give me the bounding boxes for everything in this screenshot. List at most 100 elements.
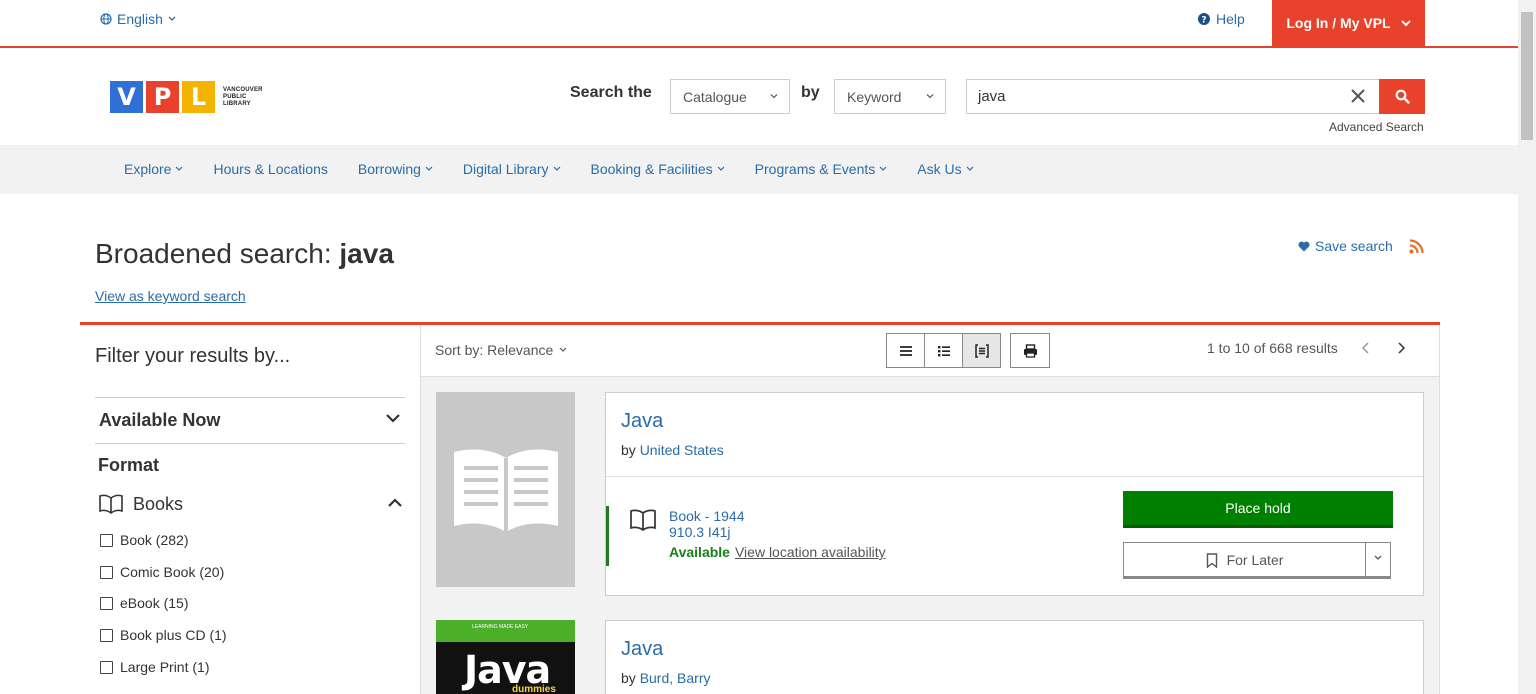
library-name-line: LIBRARY	[223, 100, 251, 107]
for-later-control: For Later	[1123, 542, 1391, 579]
svg-text:?: ?	[1201, 16, 1206, 26]
available-now-label: Available Now	[99, 410, 221, 430]
for-later-label: For Later	[1226, 552, 1284, 568]
nav-label: Digital Library	[462, 161, 549, 177]
page-title: Broadened search: java	[95, 238, 394, 270]
help-link[interactable]: ? Help	[1198, 11, 1245, 27]
search-field-select[interactable]: Keyword	[834, 79, 946, 114]
by-label: by	[801, 84, 820, 101]
chevron-down-icon[interactable]	[1373, 554, 1383, 562]
result-title-link[interactable]: Java	[621, 410, 663, 433]
cover-series: dummies	[512, 684, 556, 694]
books-label: Books	[133, 494, 184, 514]
close-icon[interactable]	[1349, 87, 1367, 105]
checkbox[interactable]	[100, 660, 113, 674]
search-scope-select[interactable]: Catalogue	[670, 79, 790, 114]
location-availability-link[interactable]: View location availability	[735, 544, 886, 560]
cover-tagline: LEARNING MADE EASY	[472, 624, 529, 630]
list-icon	[899, 345, 912, 356]
language-label: English	[117, 11, 163, 27]
save-search-label: Save search	[1315, 238, 1393, 254]
available-now-accordion[interactable]: Available Now	[95, 397, 405, 444]
bulleted-list-icon	[937, 345, 950, 356]
login-button[interactable]: Log In / My VPL	[1272, 0, 1425, 46]
page-title-term: java	[339, 238, 394, 269]
format-link[interactable]: Book - 1944	[669, 508, 745, 524]
question-circle-icon: ?	[1198, 13, 1210, 25]
library-name: VANCOUVER PUBLIC LIBRARY	[223, 87, 263, 108]
rss-icon[interactable]	[1409, 239, 1424, 254]
search-input[interactable]: java	[966, 79, 1380, 114]
nav-ask-us[interactable]: Ask Us	[917, 161, 974, 177]
keyword-search-link[interactable]: View as keyword search	[95, 288, 246, 304]
filter-option-large-print[interactable]: Large Print (1)	[100, 659, 209, 675]
page-title-prefix: Broadened search:	[95, 238, 340, 269]
chevron-left-icon[interactable]	[1360, 341, 1372, 355]
filter-option-ebook[interactable]: eBook (15)	[100, 595, 188, 611]
nav-programs-events[interactable]: Programs & Events	[755, 161, 888, 177]
print-button[interactable]	[1010, 333, 1050, 368]
help-label: Help	[1216, 11, 1245, 27]
author-link[interactable]: United States	[640, 442, 724, 458]
availability-status: Available	[669, 544, 730, 560]
library-name-line: VANCOUVER	[223, 86, 263, 93]
card-view-button[interactable]	[962, 333, 1001, 368]
chevron-right-icon[interactable]	[1395, 341, 1407, 355]
by-label: by	[621, 670, 636, 686]
checkbox[interactable]	[100, 533, 113, 547]
list-view-button[interactable]	[886, 333, 925, 368]
availability-indicator	[606, 506, 609, 566]
chevron-down-icon	[879, 166, 887, 171]
filter-option-label: Large Print (1)	[120, 659, 210, 675]
chevron-down-icon	[425, 166, 433, 171]
filter-option-label: eBook (15)	[120, 595, 189, 611]
vpl-logo[interactable]: V P L VANCOUVER PUBLIC LIBRARY	[110, 81, 263, 113]
nav-hours-locations[interactable]: Hours & Locations	[213, 161, 327, 177]
nav-borrowing[interactable]: Borrowing	[358, 161, 433, 177]
result-card: Java by Burd, Barry	[605, 620, 1424, 694]
filter-option-comic-book[interactable]: Comic Book (20)	[100, 564, 224, 580]
nav-explore[interactable]: Explore	[124, 161, 183, 177]
scrollbar-thumb[interactable]	[1521, 12, 1533, 140]
result-card: Java by United States Book - 1944 910.3 …	[605, 392, 1424, 596]
chevron-down-icon	[386, 414, 400, 423]
save-search-button[interactable]: Save search	[1298, 238, 1393, 254]
book-cover-placeholder[interactable]	[436, 392, 575, 587]
author-link[interactable]: Burd, Barry	[640, 670, 711, 686]
nav-booking-facilities[interactable]: Booking & Facilities	[591, 161, 725, 177]
checkbox[interactable]	[100, 628, 113, 642]
sort-dropdown[interactable]: Sort by: Relevance	[435, 342, 567, 358]
nav-label: Explore	[124, 161, 172, 177]
checkbox[interactable]	[100, 596, 113, 610]
chevron-down-icon	[770, 94, 778, 99]
chevron-down-icon	[1400, 19, 1411, 26]
filter-option-book-plus-cd[interactable]: Book plus CD (1)	[100, 627, 227, 643]
nav-digital-library[interactable]: Digital Library	[463, 161, 561, 177]
for-later-button[interactable]: For Later	[1124, 543, 1366, 577]
checkbox[interactable]	[100, 565, 113, 579]
card-view-icon	[974, 343, 989, 358]
result-title-link[interactable]: Java	[621, 638, 663, 661]
filter-option-label: Comic Book (20)	[120, 564, 225, 580]
chevron-down-icon	[926, 94, 934, 99]
book-cover-image[interactable]: LEARNING MADE EASY Java dummies	[436, 620, 575, 694]
place-hold-button[interactable]: Place hold	[1123, 491, 1393, 528]
advanced-search-link[interactable]: Advanced Search	[1329, 120, 1424, 134]
books-accordion[interactable]: Books	[98, 492, 405, 518]
page-scrollbar[interactable]	[1518, 0, 1536, 694]
library-name-line: PUBLIC	[223, 93, 247, 100]
chevron-down-icon	[559, 347, 567, 352]
search-scope-value: Catalogue	[683, 88, 747, 105]
format-heading: Format	[98, 455, 160, 475]
heart-icon	[1298, 241, 1310, 251]
language-selector[interactable]: English	[100, 11, 176, 27]
by-label: by	[621, 442, 636, 458]
nav-label: Programs & Events	[754, 161, 876, 177]
book-icon	[99, 494, 123, 514]
filter-option-book[interactable]: Book (282)	[100, 532, 188, 548]
sort-label: Sort by: Relevance	[435, 342, 554, 358]
detailed-list-view-button[interactable]	[924, 333, 963, 368]
result-author: by Burd, Barry	[621, 670, 711, 686]
search-query: java	[978, 88, 1006, 105]
search-button[interactable]	[1379, 79, 1425, 114]
